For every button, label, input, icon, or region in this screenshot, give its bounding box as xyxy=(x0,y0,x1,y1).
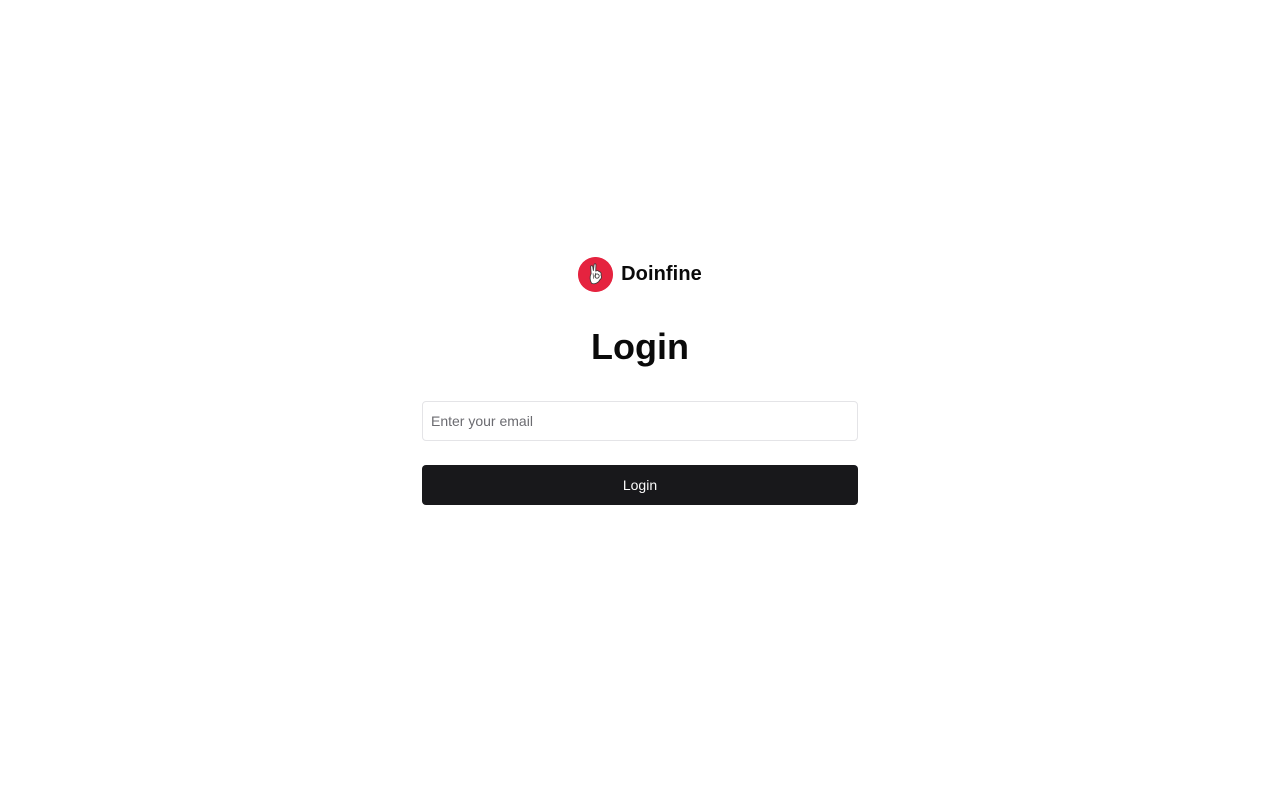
brand-header: Doinfine xyxy=(578,256,702,292)
brand-name: Doinfine xyxy=(621,262,702,285)
email-field[interactable] xyxy=(422,401,858,441)
brand-logo xyxy=(578,256,614,292)
hand-ok-gesture-icon xyxy=(578,256,614,292)
page-title: Login xyxy=(591,326,689,367)
login-panel: Doinfine Login Login xyxy=(422,256,858,505)
login-button[interactable]: Login xyxy=(422,465,858,505)
login-page: Doinfine Login Login xyxy=(0,0,1280,800)
login-form: Login xyxy=(422,401,858,505)
